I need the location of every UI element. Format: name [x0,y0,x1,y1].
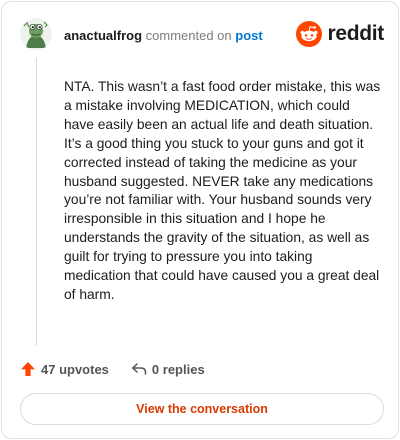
reddit-brand[interactable]: reddit [296,20,384,48]
reply-count: 0 replies [151,361,205,377]
user-avatar[interactable] [20,18,52,50]
upvote-arrow-icon [21,362,35,376]
reddit-wordmark: reddit [327,22,384,45]
thread-line [36,58,37,346]
frog-avatar-icon [20,18,52,50]
comment-header: anactualfrog commented on post reddit [20,18,384,54]
view-conversation-button[interactable]: View the conversation [20,393,384,425]
commented-on-label: commented on [145,28,232,43]
username[interactable]: anactualfrog [64,28,142,43]
reddit-snoo-icon [296,21,323,47]
post-link[interactable]: post [235,28,262,43]
comment-meta: anactualfrog commented on post [64,28,263,43]
comment-text: NTA. This wasn’t a fast food order mista… [64,79,381,302]
reply-arrow-icon [131,363,147,375]
reply-button[interactable]: 0 replies [131,361,205,377]
comment-actions: 47 upvotes 0 replies [20,358,205,380]
comment-card: anactualfrog commented on post reddit NT… [1,1,399,439]
upvote-count: 47 upvotes [41,361,109,377]
upvote-button[interactable]: 47 upvotes [20,361,109,377]
